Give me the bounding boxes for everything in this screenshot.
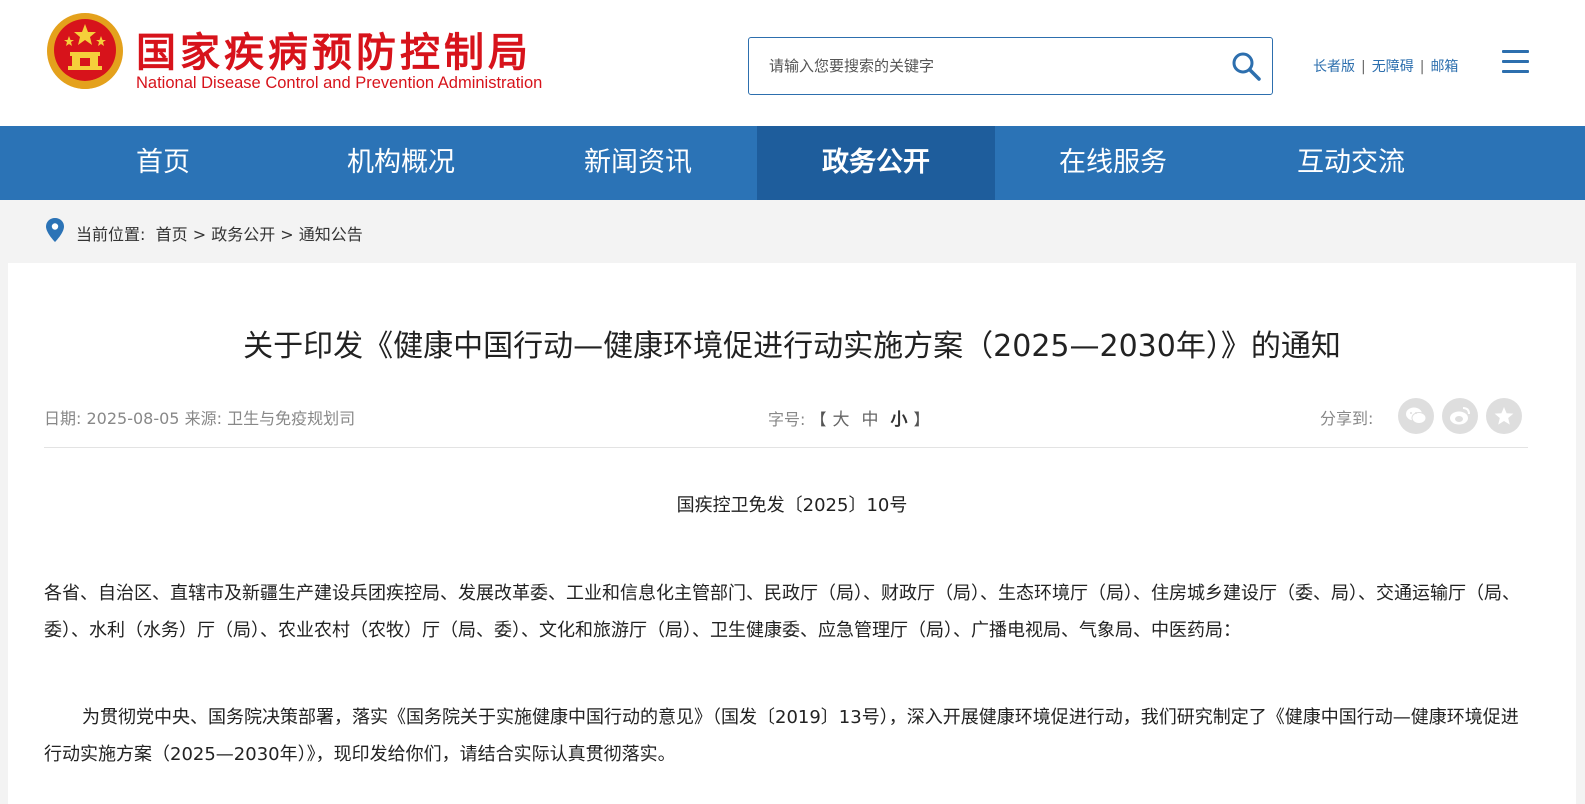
- font-size-medium[interactable]: 中: [862, 410, 879, 430]
- mailbox-link[interactable]: 邮箱: [1430, 59, 1458, 75]
- breadcrumb-separator: >: [280, 225, 294, 244]
- divider: [44, 447, 1528, 448]
- font-size-label: 字号:: [768, 410, 806, 429]
- bracket-open: 【: [810, 410, 827, 429]
- site-logo-subtitle[interactable]: National Disease Control and Prevention …: [136, 74, 542, 93]
- article-source: 卫生与免疫规划司: [227, 409, 356, 428]
- source-label: 来源:: [184, 409, 222, 428]
- search-icon[interactable]: [1230, 50, 1262, 82]
- font-size-large[interactable]: 大: [833, 410, 850, 430]
- search-box: [748, 37, 1273, 95]
- site-logo-title[interactable]: 国家疾病预防控制局: [136, 20, 532, 78]
- site-header: 国家疾病预防控制局 National Disease Control and P…: [0, 0, 1585, 126]
- hamburger-menu-icon[interactable]: [1502, 50, 1530, 78]
- nav-item-about[interactable]: 机构概况: [282, 126, 520, 200]
- article-meta: 日期: 2025-08-05 来源: 卫生与免疫规划司: [44, 405, 355, 429]
- font-size-small[interactable]: 小: [891, 410, 908, 430]
- weibo-icon: [1450, 407, 1470, 425]
- accessibility-link[interactable]: 无障碍: [1372, 59, 1414, 75]
- location-pin-icon: [46, 218, 64, 242]
- article-title: 关于印发《健康中国行动—健康环境促进行动实施方案（2025—2030年）》的通知: [243, 329, 1341, 364]
- main-nav: 首页 机构概况 新闻资讯 政务公开 在线服务 互动交流: [0, 126, 1585, 200]
- publish-date: 2025-08-05: [86, 409, 180, 428]
- document-number: 国疾控卫免发〔2025〕10号: [676, 495, 908, 516]
- share-label: 分享到:: [1320, 409, 1374, 428]
- breadcrumb-label: 当前位置:: [76, 225, 146, 244]
- national-emblem-icon[interactable]: [44, 10, 126, 96]
- link-separator: |: [1419, 59, 1425, 75]
- breadcrumb-government-affairs[interactable]: 政务公开: [211, 225, 275, 244]
- wechat-icon: [1406, 407, 1427, 424]
- top-links: 长者版 | 无障碍 | 邮箱: [1313, 56, 1458, 76]
- nav-item-online-services[interactable]: 在线服务: [994, 126, 1232, 200]
- nav-item-home[interactable]: 首页: [44, 126, 282, 200]
- favorite-icon: [1494, 407, 1514, 425]
- bracket-close: 】: [913, 410, 930, 429]
- weibo-share-button[interactable]: [1442, 398, 1478, 434]
- breadcrumb-home[interactable]: 首页: [156, 225, 188, 244]
- date-label: 日期:: [44, 409, 82, 428]
- nav-item-news[interactable]: 新闻资讯: [519, 126, 757, 200]
- link-separator: |: [1361, 59, 1366, 75]
- recipients-paragraph: 各省、自治区、直辖市及新疆生产建设兵团疾控局、发展改革委、工业和信息化主管部门、…: [44, 583, 1520, 641]
- favorite-share-button[interactable]: [1486, 398, 1522, 434]
- wechat-share-button[interactable]: [1398, 398, 1434, 434]
- font-size-control: 字号: 【大中小】: [768, 405, 930, 430]
- nav-item-government-affairs[interactable]: 政务公开: [757, 126, 995, 200]
- breadcrumb-separator: >: [192, 225, 207, 244]
- breadcrumb-notices[interactable]: 通知公告: [299, 225, 363, 244]
- search-input[interactable]: [749, 38, 1219, 94]
- body-paragraph: 为贯彻党中央、国务院决策部署，落实《国务院关于实施健康中国行动的意见》（国发〔2…: [44, 707, 1519, 765]
- elder-version-link[interactable]: 长者版: [1313, 59, 1355, 75]
- article-card: 关于印发《健康中国行动—健康环境促进行动实施方案（2025—2030年）》的通知…: [8, 263, 1576, 804]
- nav-item-interaction[interactable]: 互动交流: [1232, 126, 1470, 200]
